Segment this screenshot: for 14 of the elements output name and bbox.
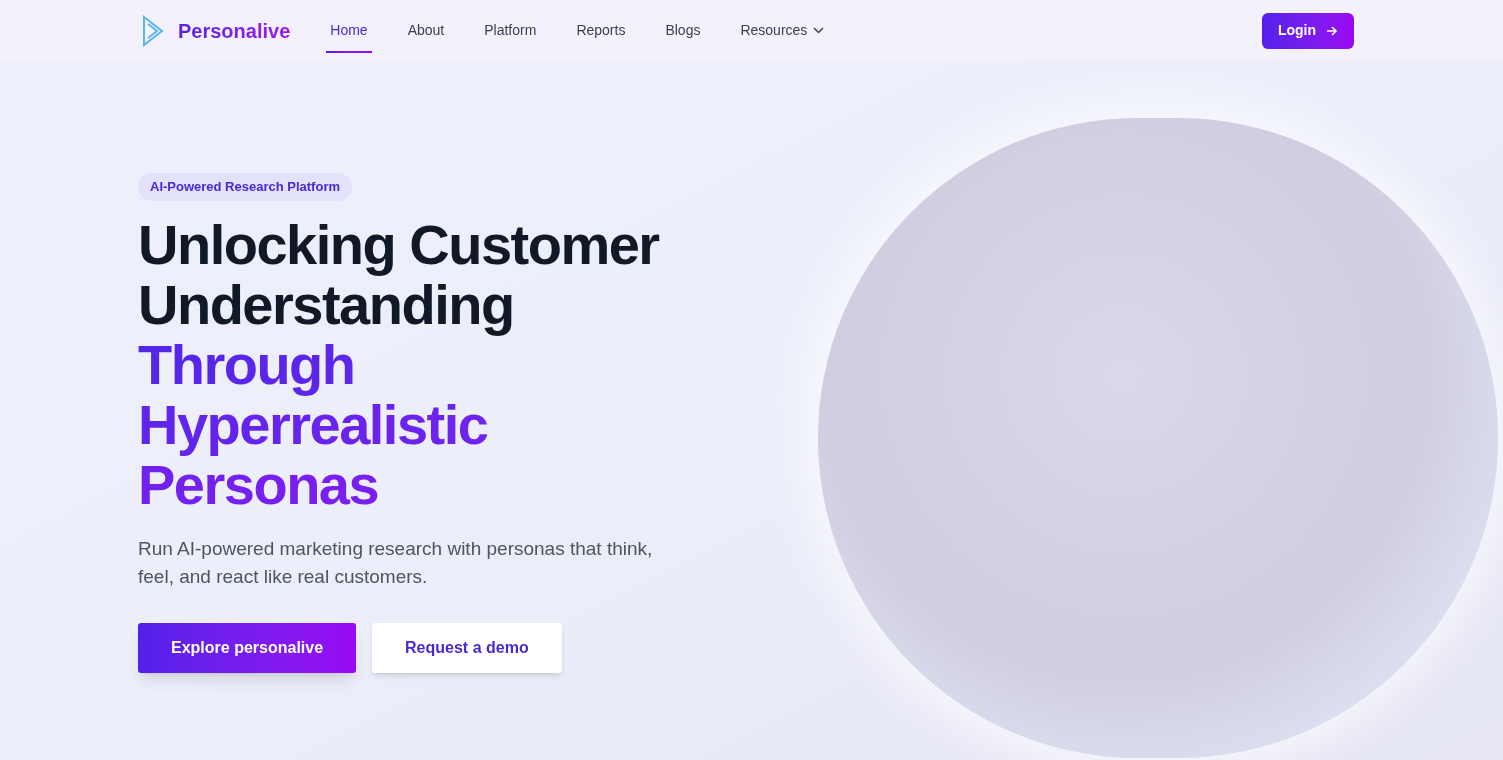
arrow-right-icon <box>1326 24 1338 37</box>
nav-link[interactable]: Reports <box>560 0 642 61</box>
explore-button[interactable]: Explore personalive <box>138 623 357 673</box>
nav-link[interactable]: Platform <box>468 0 553 61</box>
demo-button[interactable]: Request a demo <box>372 623 562 673</box>
login-button[interactable]: Login <box>1261 12 1354 49</box>
logo-icon <box>141 14 165 47</box>
badge: AI-Powered Research Platform <box>138 173 352 201</box>
hero-subtitle: Run AI-powered marketing research with personas that think, feel, and react like real customers. <box>138 537 654 589</box>
nav-link[interactable]: Home <box>314 0 384 61</box>
nav-link[interactable]: Blogs <box>649 0 717 61</box>
nav-link[interactable]: About <box>391 0 461 61</box>
nav-link[interactable]: Resources <box>724 0 841 61</box>
hero-heading: Unlocking Customer Understanding Through Hyperrealistic Personas <box>138 215 661 515</box>
